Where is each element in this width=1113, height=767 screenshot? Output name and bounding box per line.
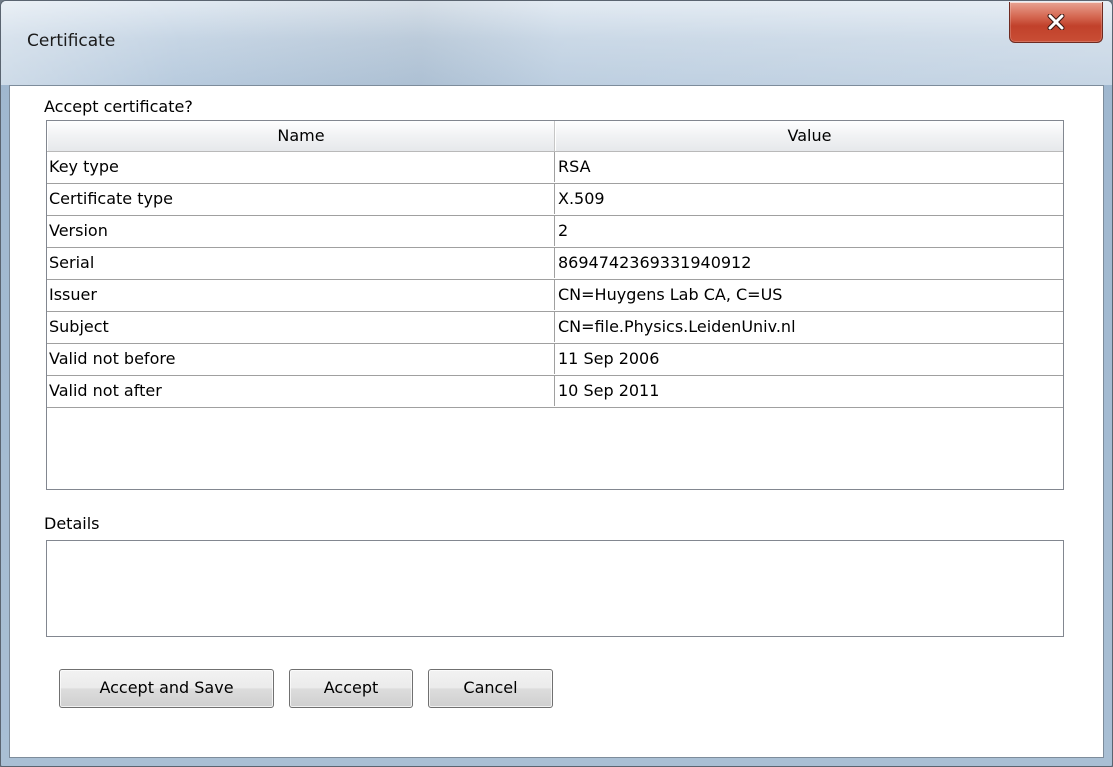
row-name-cell: Valid not before xyxy=(47,344,555,374)
dialog-body: Accept certificate? Name Value Key type … xyxy=(9,85,1104,758)
table-row[interactable]: Certificate type X.509 xyxy=(47,184,1063,216)
row-value-cell: 8694742369331940912 xyxy=(558,253,752,272)
column-header-name[interactable]: Name xyxy=(47,121,555,151)
row-value-cell: RSA xyxy=(558,157,591,176)
row-value-cell: 10 Sep 2011 xyxy=(558,381,660,400)
details-text-area[interactable] xyxy=(46,540,1064,637)
table-row[interactable]: Key type RSA xyxy=(47,152,1063,184)
row-name-cell: Key type xyxy=(47,152,555,182)
table-row[interactable]: Valid not after 10 Sep 2011 xyxy=(47,376,1063,408)
accept-and-save-button[interactable]: Accept and Save xyxy=(59,669,274,708)
table-row[interactable]: Serial 8694742369331940912 xyxy=(47,248,1063,280)
table-row[interactable]: Issuer CN=Huygens Lab CA, C=US xyxy=(47,280,1063,312)
row-name-cell: Version xyxy=(47,216,555,246)
accept-certificate-prompt: Accept certificate? xyxy=(44,97,193,116)
close-icon xyxy=(1046,14,1066,30)
table-row[interactable]: Version 2 xyxy=(47,216,1063,248)
row-value-cell: 2 xyxy=(558,221,569,240)
close-button[interactable] xyxy=(1009,2,1103,43)
table-row[interactable]: Valid not before 11 Sep 2006 xyxy=(47,344,1063,376)
table-header: Name Value xyxy=(47,121,1063,152)
table-row[interactable]: Subject CN=file.Physics.LeidenUniv.nl xyxy=(47,312,1063,344)
certificate-table[interactable]: Name Value Key type RSA Certificate type… xyxy=(46,120,1064,490)
accept-button[interactable]: Accept xyxy=(289,669,413,708)
row-name-cell: Certificate type xyxy=(47,184,555,214)
row-name-cell: Subject xyxy=(47,312,555,342)
row-name-cell: Valid not after xyxy=(47,376,555,406)
row-value-cell: CN=Huygens Lab CA, C=US xyxy=(558,285,783,304)
title-bar: Certificate xyxy=(1,1,1112,85)
row-name-cell: Serial xyxy=(47,248,555,278)
row-value-cell: CN=file.Physics.LeidenUniv.nl xyxy=(558,317,796,336)
row-value-cell: 11 Sep 2006 xyxy=(558,349,660,368)
row-value-cell: X.509 xyxy=(558,189,605,208)
window-title: Certificate xyxy=(27,31,116,51)
certificate-dialog: Certificate Accept certificate? Name Val… xyxy=(0,0,1113,767)
row-name-cell: Issuer xyxy=(47,280,555,310)
details-label: Details xyxy=(44,514,100,533)
cancel-button[interactable]: Cancel xyxy=(428,669,553,708)
column-header-value[interactable]: Value xyxy=(555,121,1063,151)
